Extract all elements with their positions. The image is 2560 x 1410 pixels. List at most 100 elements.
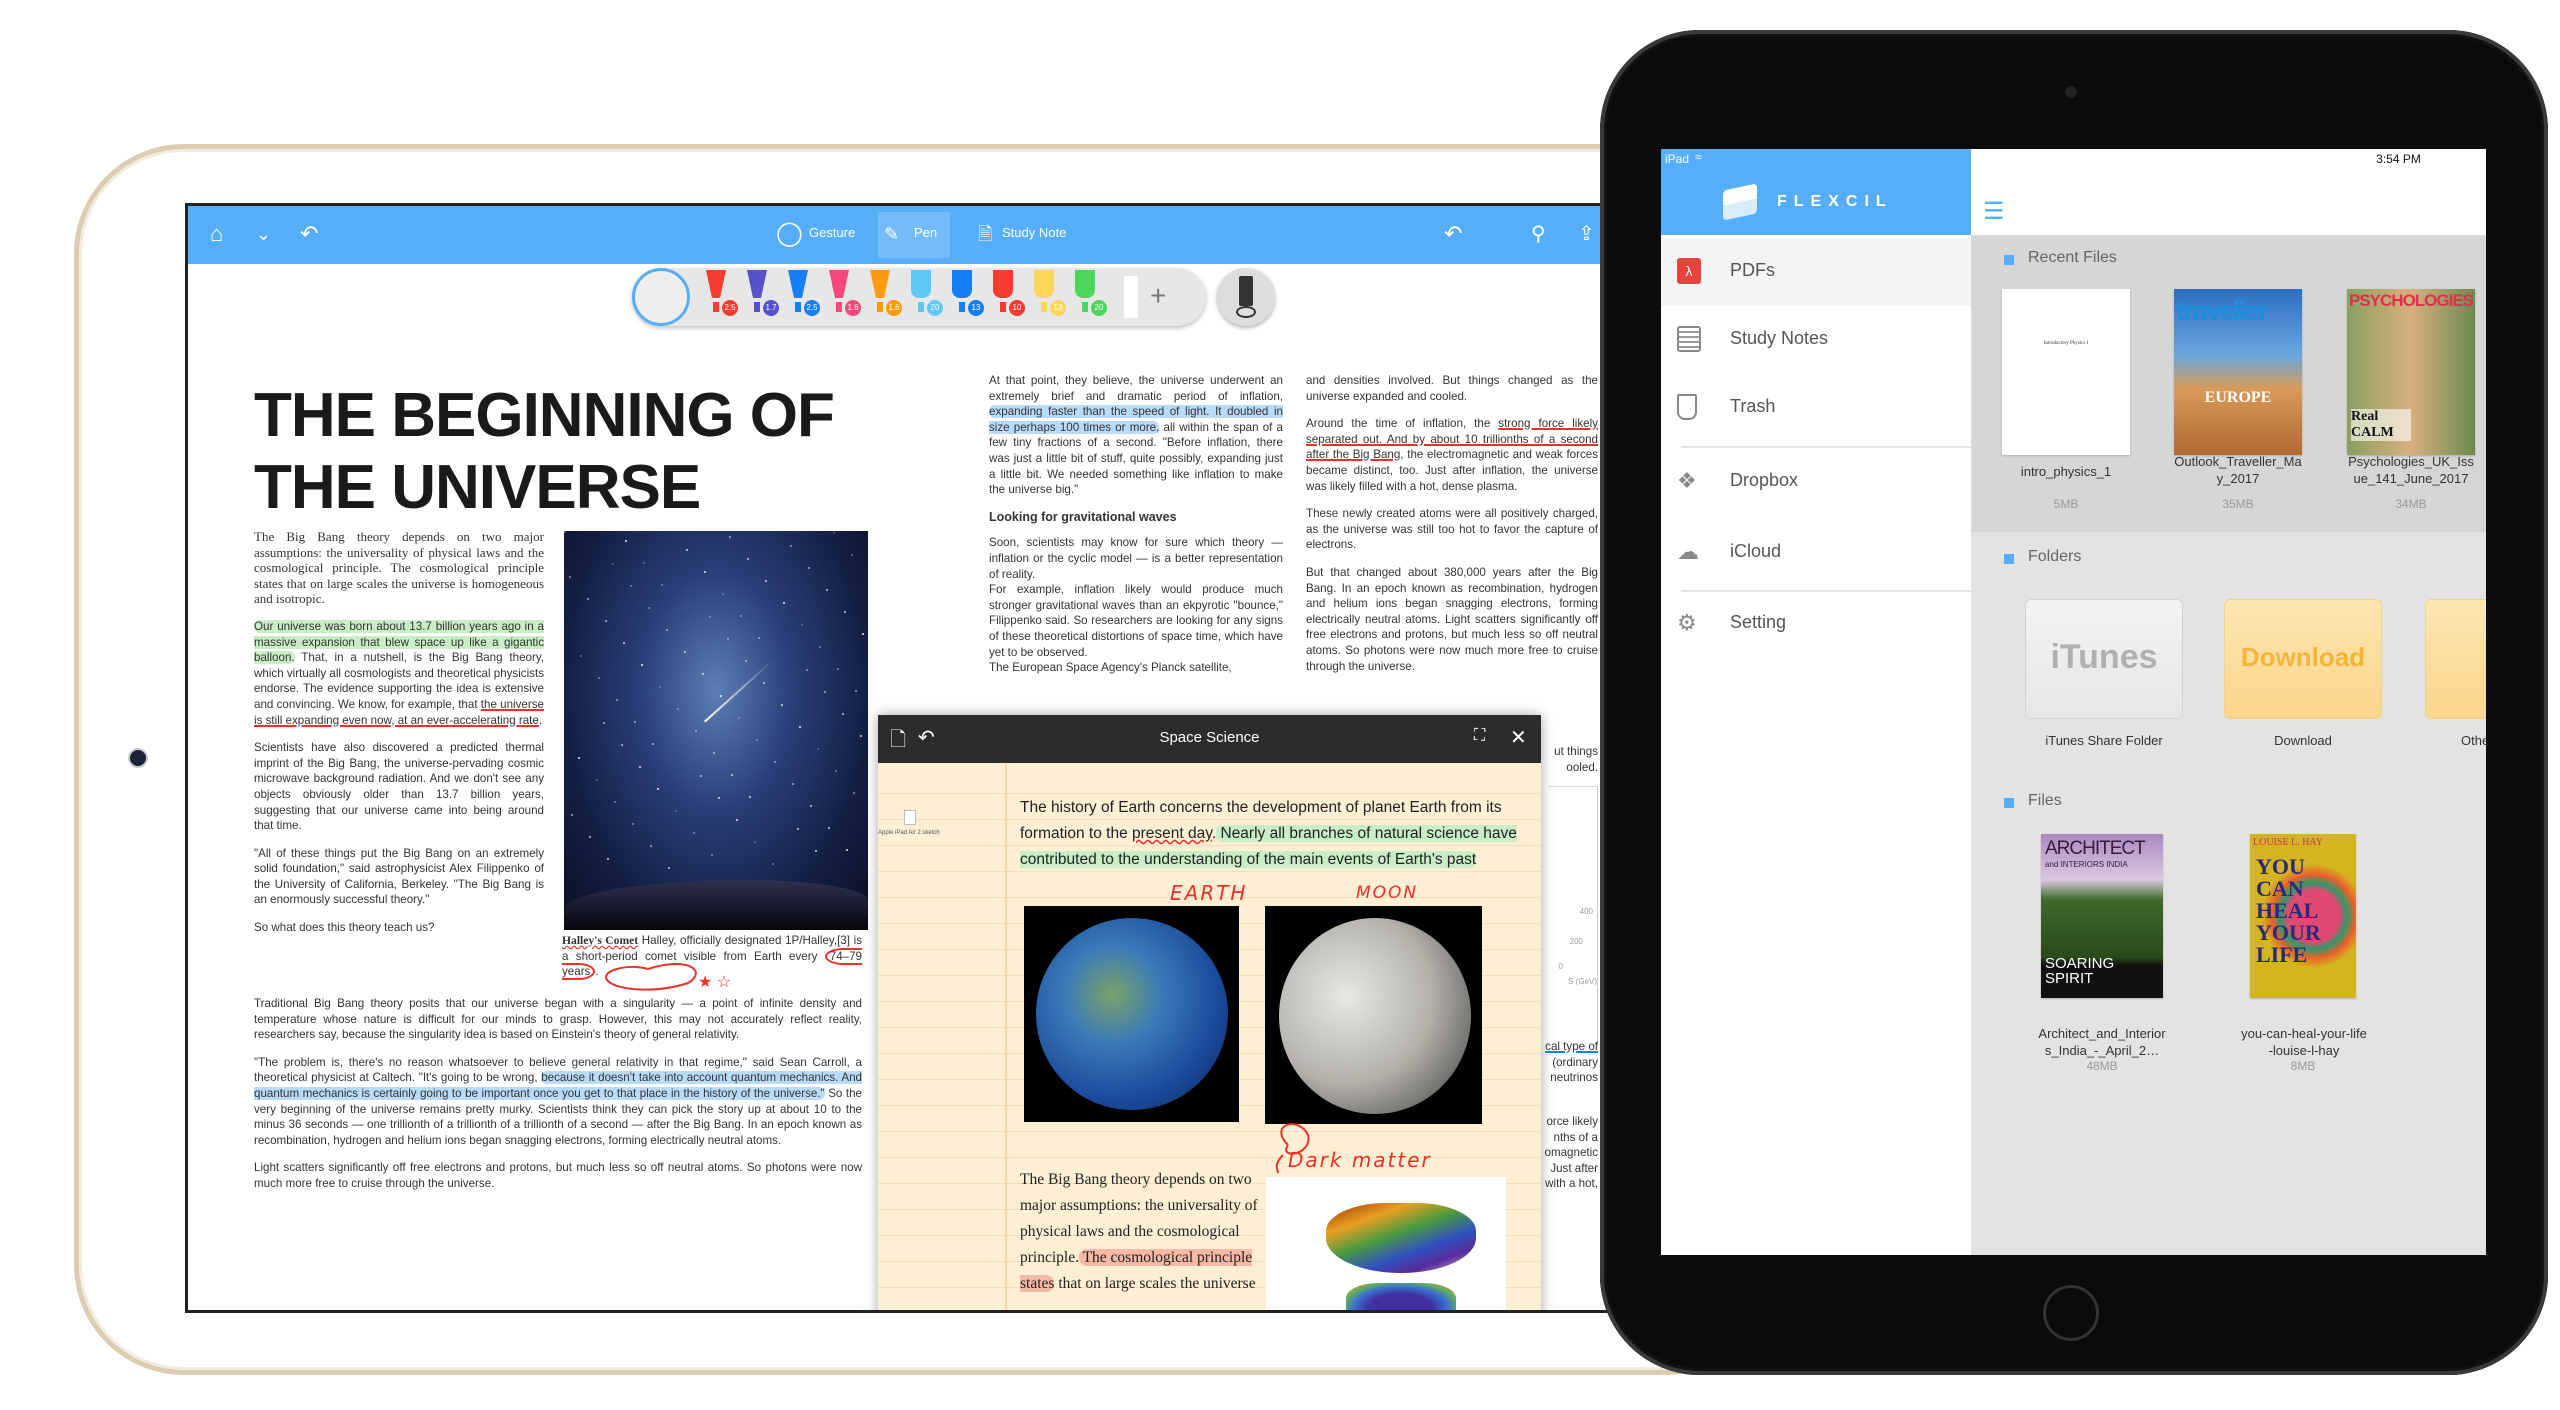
pen-pen[interactable]: 2.5 (784, 270, 824, 322)
pen-highlighter[interactable]: 10 (989, 270, 1029, 322)
star (851, 554, 853, 556)
status-device: iPad (1665, 152, 1690, 166)
pen-size-badge: 2.5 (722, 300, 738, 316)
file-thumbnail[interactable]: ARCHITECT and INTERIORS INDIA SOARING SP… (2041, 834, 2163, 998)
text-run: So what does this theory teach us? (254, 921, 435, 935)
star (569, 576, 571, 578)
star (844, 611, 846, 613)
sidebar-item-trash[interactable]: Trash (1661, 374, 1971, 442)
star (799, 726, 801, 728)
folder-name[interactable]: iTunes Share Folder (2024, 732, 2184, 749)
dropbox-icon: ❖ (1677, 468, 1697, 493)
cover-text: traveller (2176, 295, 2269, 326)
text-run: . (538, 713, 543, 727)
attached-file-name[interactable]: Apple iPad Air 2.sketch (878, 830, 940, 836)
study-note-label: Study Note (1002, 225, 1067, 240)
stylus-base-icon (1236, 306, 1256, 318)
sidebar-item-pdfs[interactable]: λ PDFs (1661, 238, 1971, 306)
file-name[interactable]: intro_physics_1 (1986, 463, 2146, 480)
cover-text: SOARING SPIRIT (2045, 955, 2115, 987)
recent-file-thumbnail[interactable]: Introductory Physics I (2002, 289, 2130, 455)
pen-body-icon (1034, 270, 1054, 298)
paragraph: At that point, they believe, the univers… (989, 373, 1283, 498)
file-name[interactable]: Psychologies_UK_Issue_141_June_2017 (2346, 453, 2476, 487)
home-button[interactable] (2043, 1285, 2099, 1341)
hamburger-menu-icon[interactable]: ☰ (1983, 197, 2005, 226)
sidebar-label: Dropbox (1730, 470, 1799, 490)
add-pen-button[interactable]: + (1150, 280, 1166, 312)
search-icon[interactable]: ⚲ (1531, 220, 1546, 248)
full-width-text: Traditional Big Bang theory posits that … (254, 996, 862, 1204)
section-marker (2004, 255, 2014, 265)
sidebar-item-setting[interactable]: ⚙ Setting (1661, 590, 1971, 658)
pen-pen[interactable]: 1.7 (743, 270, 783, 322)
pen-size-slider[interactable] (632, 268, 690, 326)
home-icon[interactable]: ⌂ (210, 220, 223, 248)
expand-icon[interactable]: ⛶ (1474, 727, 1485, 745)
chevron-down-icon[interactable]: ⌄ (256, 220, 271, 248)
file-icon[interactable] (904, 810, 916, 825)
file-name[interactable]: Architect_and_Interiors_India_-_April_2… (2037, 1025, 2167, 1059)
sidebar-item-study-notes[interactable]: Study Notes (1661, 306, 1971, 374)
study-note-icon: 🗎 (978, 224, 993, 244)
folders-files-section: Folders iTunes Download iTunes Share Fol… (1971, 532, 2486, 1255)
star (578, 757, 580, 759)
margin-line (1005, 763, 1007, 1310)
folder-name[interactable]: Download (2223, 732, 2383, 749)
star (833, 532, 835, 534)
bluetooth-stylus-button[interactable] (1217, 268, 1275, 326)
pen-tip-icon (713, 302, 719, 312)
gesture-button[interactable]: ◯ Gesture (776, 216, 866, 256)
folder-download[interactable]: Download (2224, 599, 2382, 719)
star (709, 616, 711, 618)
brand-name: FLEXCIL (1777, 193, 1893, 210)
tray-scroll-handle[interactable] (1124, 276, 1138, 318)
pen-body-icon (706, 270, 726, 298)
section-title: Files (2028, 792, 2062, 809)
folder-other[interactable] (2425, 599, 2486, 719)
folder-itunes[interactable]: iTunes (2025, 599, 2183, 719)
star (564, 531, 566, 533)
star (772, 863, 774, 865)
sidebar-item-icloud[interactable]: ☁ iCloud (1661, 519, 1971, 587)
file-name[interactable]: Outlook_Traveller_May_2017 (2173, 453, 2303, 487)
star (731, 774, 733, 776)
redo-icon[interactable]: ↶ (1444, 220, 1462, 248)
close-icon[interactable]: ✕ (1510, 725, 1527, 750)
left-column: The Big Bang theory depends on two major… (254, 529, 544, 948)
annotated-text-wavyline: present day (1132, 825, 1212, 842)
star (781, 704, 783, 706)
text-run: Scientists have also discovered a predic… (254, 741, 544, 833)
pen-pen[interactable]: 2.5 (702, 270, 742, 322)
pen-tip-icon (1041, 302, 1047, 312)
pen-highlighter[interactable]: 20 (907, 270, 947, 322)
star (661, 584, 663, 586)
share-icon[interactable]: ⇪ (1578, 220, 1595, 248)
popup-header: 🗋 ↶ Space Science ⛶ ✕ (878, 715, 1541, 763)
pen-pen[interactable]: 1.6 (866, 270, 906, 322)
pen-highlighter[interactable]: 20 (1071, 270, 1111, 322)
file-thumbnail[interactable]: LOUISE L. HAY YOU CAN HEAL YOUR LIFE (2250, 834, 2356, 998)
status-time: 3:54 PM (2376, 152, 2421, 166)
gesture-icon: ◯ (776, 220, 803, 247)
study-note-button[interactable]: 🗎 Study Note (978, 216, 1078, 256)
pen-pen[interactable]: 1.6 (825, 270, 865, 322)
text-run: Soon, scientists may know for sure which… (989, 536, 1283, 581)
folder-badge: Download (2240, 642, 2366, 672)
sidebar-item-dropbox[interactable]: ❖ Dropbox (1661, 448, 1971, 516)
pen-body-icon (829, 270, 849, 298)
handwritten-dark-matter-label: Dark matter (1288, 1148, 1432, 1172)
pen-highlighter[interactable]: 13 (1030, 270, 1070, 322)
file-name[interactable]: you-can-heal-your-life-louise-l-hay (2239, 1025, 2369, 1059)
folder-name[interactable]: Other (2461, 732, 2486, 749)
pen-tip-icon (959, 302, 965, 312)
pen-highlighter[interactable]: 13 (948, 270, 988, 322)
star (704, 571, 706, 573)
pen-button[interactable]: ✎ Pen (878, 212, 950, 258)
undo-icon[interactable]: ↶ (300, 220, 318, 248)
recent-file-thumbnail[interactable]: PSYCHOLOGIES Real CALM (2347, 289, 2475, 455)
recent-file-thumbnail[interactable]: traveller EUROPE (2174, 289, 2302, 455)
flexcil-logo-icon (1723, 183, 1757, 221)
pen-label: Pen (914, 225, 938, 240)
star (763, 682, 765, 684)
